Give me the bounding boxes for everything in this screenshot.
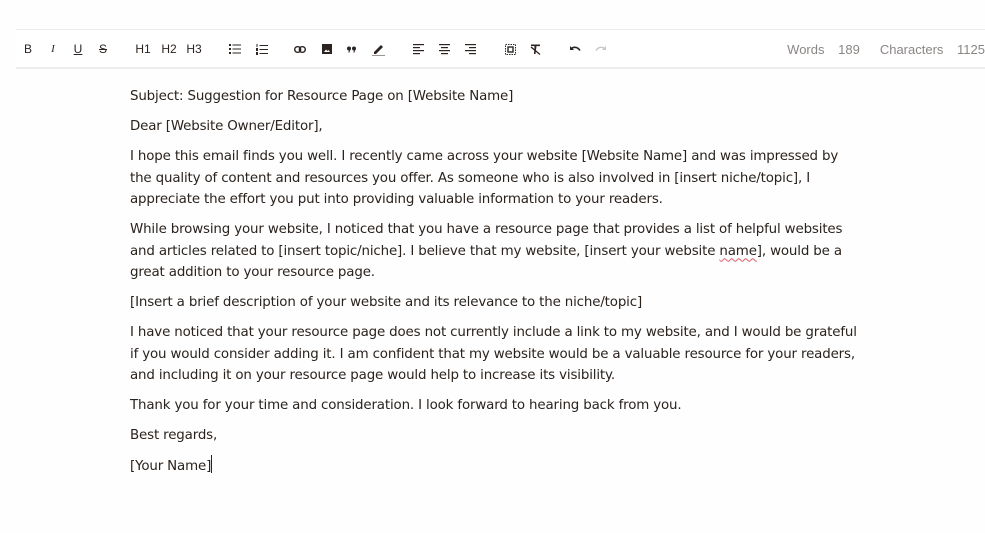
align-left-icon [412,43,424,54]
closing: Best regards, [130,428,218,443]
redo-button[interactable] [593,30,609,68]
numbered-list-button[interactable] [254,30,270,68]
text-color-button[interactable] [370,30,386,68]
blockquote-button[interactable] [344,30,360,68]
signature-line: [Your Name] [130,455,860,478]
greeting: Dear [Website Owner/Editor], [130,119,323,134]
select-all-button[interactable] [502,30,518,68]
signature: [Your Name] [130,459,212,474]
italic-label: I [51,43,55,55]
image-icon [322,44,332,54]
align-center-icon [438,43,450,54]
spellcheck-flagged-word[interactable]: name [719,244,757,259]
paragraph-request: I have noticed that your resource page d… [130,325,857,383]
strikethrough-label: S [98,42,107,56]
character-count: Characters 1125 [870,42,985,57]
redo-icon [595,46,606,51]
words-value: 189 [838,41,860,57]
bullet-list-icon [229,44,241,54]
italic-button[interactable]: I [46,30,60,68]
quote-icon [347,46,356,52]
heading3-button[interactable]: H3 [184,30,204,68]
undo-button[interactable] [567,30,583,68]
text-color-icon [371,44,385,56]
align-right-icon [464,43,476,54]
select-all-icon [504,43,516,55]
heading1-button[interactable]: H1 [133,30,153,68]
clear-format-icon [530,44,540,55]
undo-icon [570,46,581,51]
characters-label: Characters [879,41,944,57]
align-center-button[interactable] [436,30,452,68]
text-cursor [211,455,213,473]
image-button[interactable] [319,30,335,68]
strikethrough-button[interactable]: S [96,30,110,68]
document-stats: Words 189 Characters 1125 [767,30,985,68]
numbered-list-icon [256,43,268,55]
subject-line: Subject: Suggestion for Resource Page on… [130,89,514,104]
word-count: Words 189 [777,42,860,57]
formatting-toolbar: B I U S H1 H2 H3 Words 189 Characters 11… [16,29,985,69]
link-button[interactable] [292,30,308,68]
editor-page: B I U S H1 H2 H3 Words 189 Characters 11… [0,0,985,533]
clear-format-button[interactable] [527,30,543,68]
bold-button[interactable]: B [20,30,36,68]
align-right-button[interactable] [462,30,478,68]
paragraph-description-placeholder: [Insert a brief description of your webs… [130,295,643,310]
bullet-list-button[interactable] [227,30,243,68]
document-editor[interactable]: Subject: Suggestion for Resource Page on… [130,86,860,486]
bold-label: B [23,42,32,56]
underline-button[interactable]: U [71,30,85,68]
heading1-label: H1 [135,42,151,56]
link-icon [294,45,306,53]
underline-label: U [73,42,83,56]
paragraph-thanks: Thank you for your time and consideratio… [130,398,682,413]
heading3-label: H3 [186,42,202,56]
paragraph-resource-page: While browsing your website, I noticed t… [130,219,860,284]
heading2-button[interactable]: H2 [159,30,179,68]
words-label: Words [787,41,825,57]
paragraph-intro: I hope this email finds you well. I rece… [130,149,839,207]
align-left-button[interactable] [410,30,426,68]
characters-value: 1125 [957,41,985,57]
heading2-label: H2 [161,42,177,56]
